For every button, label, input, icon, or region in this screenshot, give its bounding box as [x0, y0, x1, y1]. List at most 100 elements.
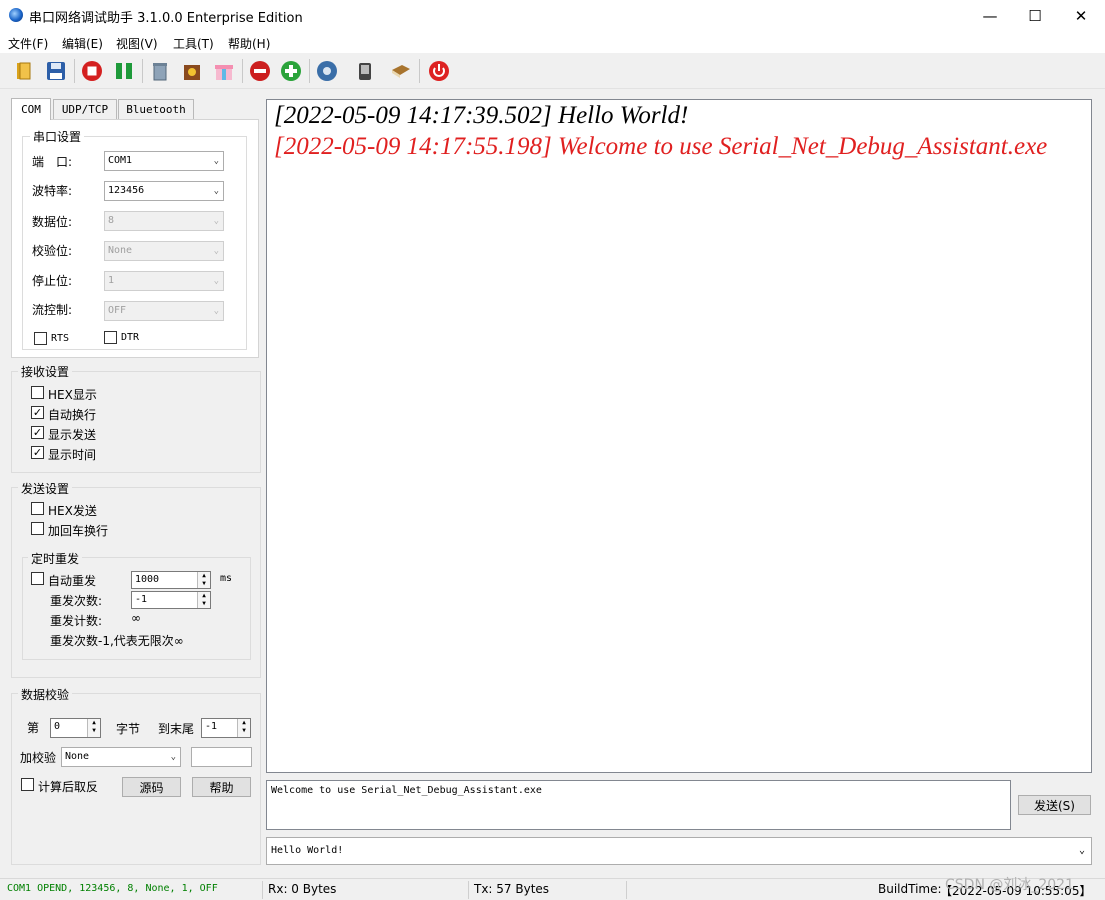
checksum-type-select[interactable]: None ⌄	[61, 747, 181, 767]
checksum-add-label: 加校验	[20, 751, 57, 765]
stopbits-select[interactable]: 1 ⌄	[104, 271, 224, 291]
checksum-to-spinner[interactable]: -1 ▲ ▼	[201, 718, 251, 738]
auto-resend-label: 自动重发	[48, 574, 97, 588]
toolbar	[0, 53, 1105, 89]
phone-icon[interactable]	[353, 59, 377, 83]
chevron-down-icon: ⌄	[213, 306, 219, 316]
window-title: 串口网络调试助手 3.1.0.0 Enterprise Edition	[29, 11, 303, 26]
close-button[interactable]: ✕	[1058, 0, 1104, 31]
menu-edit[interactable]: 编辑(E)	[62, 35, 103, 52]
send-history-select[interactable]: Hello World! ⌄	[266, 837, 1092, 865]
menu-bar: 文件(F) 编辑(E) 视图(V) 工具(T) 帮助(H)	[0, 31, 1105, 53]
databits-label: 数据位:	[32, 215, 73, 229]
send-button[interactable]: 发送(S)	[1018, 795, 1091, 815]
resend-counter-label: 重发计数:	[50, 614, 103, 628]
resend-count-spinner[interactable]: -1 ▲ ▼	[131, 591, 211, 609]
tab-udp-tcp[interactable]: UDP/TCP	[53, 99, 117, 119]
power-icon[interactable]	[427, 59, 451, 83]
show-send-label: 显示发送	[48, 428, 97, 442]
chevron-down-icon: ⌄	[213, 156, 219, 166]
tx-count: Tx: 57 Bytes	[474, 882, 550, 896]
com-tab-panel: 串口设置 端 口: COM1 ⌄ 波特率: 123456 ⌄ 数据位: 8 ⌄ 校验位…	[11, 119, 259, 358]
recycle-icon[interactable]	[180, 59, 204, 83]
dtr-label: DTR	[121, 332, 140, 343]
parity-select[interactable]: None ⌄	[104, 241, 224, 261]
source-button[interactable]: 源码	[122, 777, 181, 797]
checksum-from-spinner[interactable]: 0 ▲ ▼	[50, 718, 101, 738]
hex-send-checkbox[interactable]	[31, 502, 44, 515]
receive-line: [2022-05-09 14:17:39.502] Hello World!	[274, 102, 689, 129]
checksum-from-label: 第	[27, 721, 40, 735]
menu-view[interactable]: 视图(V)	[116, 35, 158, 52]
chevron-down-icon: ⌄	[213, 216, 219, 226]
checksum-title: 数据校验	[18, 686, 73, 703]
serial-settings-title: 串口设置	[30, 128, 85, 145]
stop-icon[interactable]	[80, 59, 104, 83]
receive-area[interactable]: [2022-05-09 14:17:39.502] Hello World! […	[266, 99, 1092, 773]
rts-label: RTS	[51, 333, 70, 344]
tab-bluetooth[interactable]: Bluetooth	[118, 99, 194, 119]
parity-label: 校验位:	[32, 244, 73, 258]
hex-display-label: HEX显示	[48, 388, 97, 402]
trash-icon[interactable]	[148, 59, 172, 83]
pause-icon[interactable]	[112, 59, 136, 83]
port-status: COM1 OPEND, 123456, 8, None, 1, OFF	[7, 883, 218, 894]
resend-note: 重发次数-1,代表无限次∞	[50, 634, 184, 648]
timer-resend-title: 定时重发	[28, 550, 83, 567]
auto-newline-label: 自动换行	[48, 408, 97, 422]
receive-line: [2022-05-09 14:17:55.198] Welcome to use…	[274, 133, 1048, 160]
menu-tools[interactable]: 工具(T)	[173, 35, 214, 52]
add-cr-checkbox[interactable]	[31, 522, 44, 535]
interval-spinner[interactable]: 1000 ▲ ▼	[131, 571, 211, 589]
checksum-result-field[interactable]	[191, 747, 252, 767]
menu-file[interactable]: 文件(F)	[8, 35, 48, 52]
show-send-checkbox[interactable]: ✓	[31, 426, 44, 439]
add-cr-label: 加回车换行	[48, 524, 109, 538]
book-icon[interactable]	[389, 59, 413, 83]
settings-icon[interactable]	[315, 59, 339, 83]
flow-select[interactable]: OFF ⌄	[104, 301, 224, 321]
stopbits-label: 停止位:	[32, 274, 73, 288]
minimize-button[interactable]: —	[967, 0, 1013, 31]
auto-resend-checkbox[interactable]	[31, 572, 44, 585]
dtr-checkbox[interactable]	[104, 331, 117, 344]
add-icon[interactable]	[279, 59, 303, 83]
title-bar: 串口网络调试助手 3.1.0.0 Enterprise Edition — ☐ …	[0, 0, 1105, 31]
build-time-label: BuildTime:	[878, 882, 942, 896]
checksum-byte-label: 字节	[116, 722, 141, 736]
save-icon[interactable]	[44, 59, 68, 83]
auto-newline-checkbox[interactable]: ✓	[31, 406, 44, 419]
maximize-button[interactable]: ☐	[1012, 0, 1058, 31]
receive-settings-title: 接收设置	[18, 363, 73, 380]
port-select[interactable]: COM1 ⌄	[104, 151, 224, 171]
watermark: CSDN @刘冰_2021	[945, 877, 1074, 893]
invert-label: 计算后取反	[38, 780, 99, 794]
checksum-to-label: 到末尾	[158, 722, 195, 736]
tab-com[interactable]: COM	[11, 98, 51, 120]
chevron-down-icon: ⌄	[1078, 845, 1085, 856]
rts-checkbox[interactable]	[34, 332, 47, 345]
chevron-down-icon: ⌄	[213, 246, 219, 256]
databits-select[interactable]: 8 ⌄	[104, 211, 224, 231]
remove-icon[interactable]	[248, 59, 272, 83]
chevron-down-icon: ⌄	[170, 752, 176, 762]
hex-display-checkbox[interactable]	[31, 386, 44, 399]
show-time-label: 显示时间	[48, 448, 97, 462]
help-button[interactable]: 帮助	[192, 777, 251, 797]
open-icon[interactable]	[12, 59, 36, 83]
gift-icon[interactable]	[212, 59, 236, 83]
resend-counter-value: ∞	[131, 611, 141, 625]
baud-label: 波特率:	[32, 184, 73, 198]
status-bar: COM1 OPEND, 123456, 8, None, 1, OFF Rx: …	[0, 877, 1105, 900]
send-input[interactable]: Welcome to use Serial_Net_Debug_Assistan…	[266, 780, 1011, 830]
invert-checkbox[interactable]	[21, 778, 34, 791]
app-icon	[9, 8, 23, 22]
show-time-checkbox[interactable]: ✓	[31, 446, 44, 459]
resend-count-label: 重发次数:	[50, 594, 103, 608]
chevron-down-icon: ⌄	[213, 186, 219, 196]
menu-help[interactable]: 帮助(H)	[228, 35, 270, 52]
rx-count: Rx: 0 Bytes	[268, 882, 337, 896]
hex-send-label: HEX发送	[48, 504, 97, 518]
send-settings-title: 发送设置	[18, 480, 73, 497]
baud-select[interactable]: 123456 ⌄	[104, 181, 224, 201]
